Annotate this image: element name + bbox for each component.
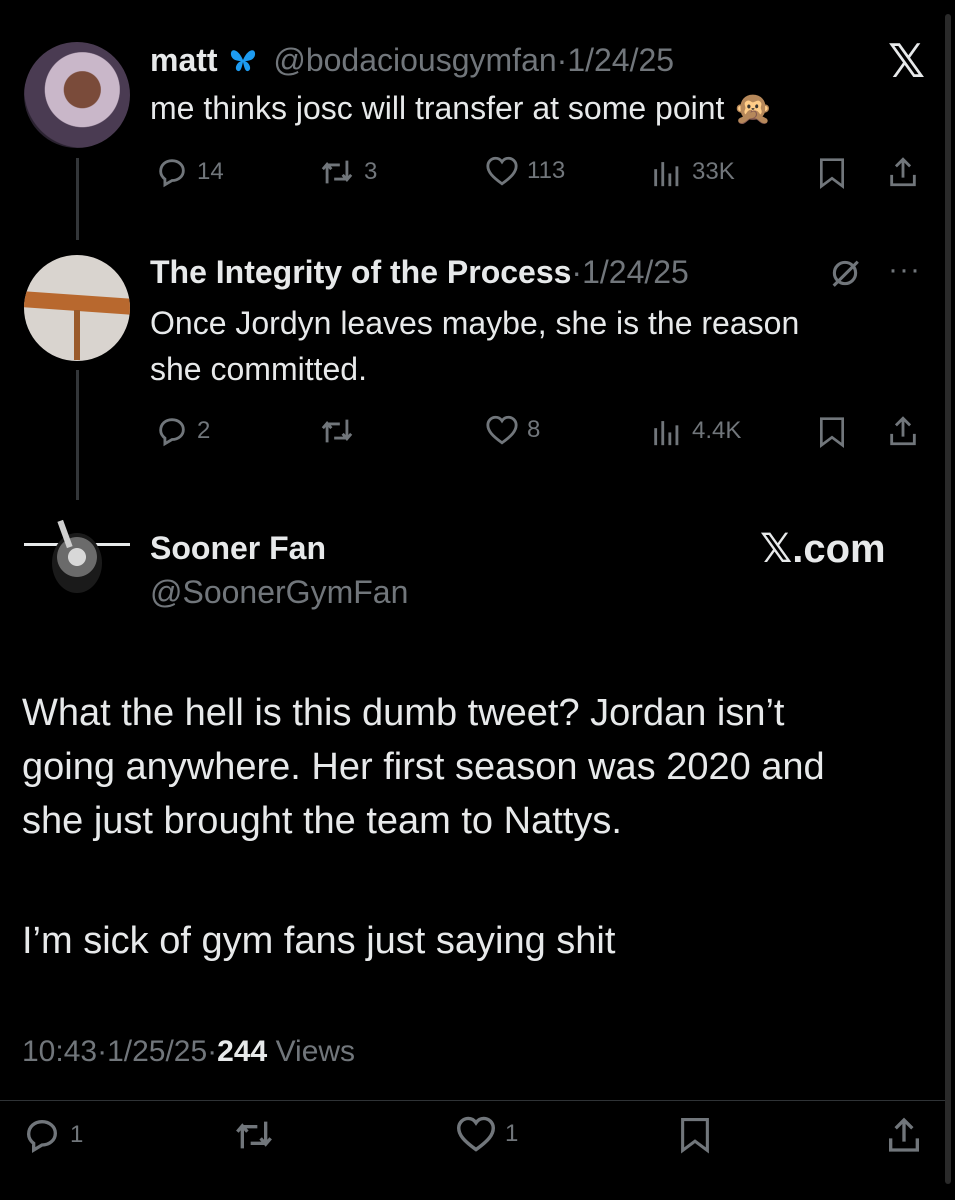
like-count: 113 bbox=[527, 157, 566, 184]
share-button[interactable] bbox=[886, 155, 920, 189]
separator: · bbox=[97, 1035, 108, 1068]
analytics-icon bbox=[654, 162, 679, 187]
thread-line bbox=[76, 370, 79, 500]
reply-icon bbox=[159, 159, 185, 188]
reply-count: 1 bbox=[70, 1121, 84, 1148]
reply-button[interactable]: 2 bbox=[155, 414, 210, 448]
tweet-text: Once Jordyn leaves maybe, she is the rea… bbox=[150, 305, 800, 341]
bookmark-icon bbox=[820, 158, 844, 189]
bookmark-icon bbox=[820, 417, 844, 448]
tweet-text: she committed. bbox=[150, 351, 367, 387]
scrollbar[interactable] bbox=[945, 14, 951, 1184]
reply-button[interactable]: 1 bbox=[22, 1115, 83, 1155]
divider bbox=[0, 1100, 945, 1101]
retweet-count: 3 bbox=[364, 158, 378, 185]
retweet-icon bbox=[321, 419, 353, 443]
heart-icon bbox=[486, 415, 518, 445]
retweet-button[interactable]: 3 bbox=[318, 155, 377, 189]
share-button[interactable] bbox=[886, 414, 920, 448]
reply-icon bbox=[26, 1119, 58, 1153]
bookmark-icon bbox=[681, 1118, 709, 1154]
like-count: 1 bbox=[505, 1120, 519, 1147]
share-icon bbox=[889, 1117, 919, 1152]
retweet-icon bbox=[236, 1121, 272, 1149]
x-logo-icon: 𝕏 bbox=[888, 35, 926, 87]
reply-button[interactable]: 14 bbox=[155, 155, 224, 189]
share-button[interactable] bbox=[884, 1115, 924, 1155]
bookmark-button[interactable] bbox=[678, 1115, 712, 1155]
views-label: Views bbox=[275, 1035, 356, 1068]
retweet-icon bbox=[321, 160, 353, 184]
tweet-text: What the hell is this dumb tweet? Jordan… bbox=[22, 692, 785, 734]
user-handle[interactable]: @bodaciousgymfan bbox=[273, 42, 556, 78]
butterfly-icon bbox=[228, 43, 258, 83]
x-com-label: 𝕏.com bbox=[760, 527, 886, 571]
heart-icon bbox=[456, 1116, 496, 1152]
more-options-icon[interactable]: ··· bbox=[888, 255, 921, 285]
views-button[interactable]: 4.4K bbox=[650, 414, 741, 448]
like-button[interactable]: 113 bbox=[485, 155, 565, 187]
separator: · bbox=[571, 254, 583, 290]
reply-count: 2 bbox=[197, 417, 211, 444]
views-count: 244 bbox=[217, 1035, 268, 1068]
retweet-button[interactable] bbox=[232, 1115, 276, 1155]
tweet-date[interactable]: 1/24/25 bbox=[567, 42, 674, 78]
heart-icon bbox=[486, 156, 518, 186]
tweet-text: she just brought the team to Nattys. bbox=[22, 800, 622, 842]
like-button[interactable]: 8 bbox=[485, 414, 540, 446]
like-count: 8 bbox=[527, 416, 541, 443]
user-name[interactable]: Sooner Fan bbox=[150, 528, 326, 568]
views-count: 33K bbox=[692, 158, 735, 185]
tweet-text: going anywhere. Her first season was 202… bbox=[22, 746, 825, 788]
user-name[interactable]: The Integrity of the Process bbox=[150, 254, 571, 290]
share-icon bbox=[890, 416, 916, 446]
thread-line bbox=[76, 158, 79, 240]
user-name[interactable]: matt bbox=[150, 42, 218, 78]
reply-count: 14 bbox=[197, 158, 224, 185]
grok-icon[interactable] bbox=[828, 256, 862, 295]
user-handle[interactable]: @SoonerGymFan bbox=[150, 572, 408, 612]
avatar[interactable] bbox=[22, 515, 132, 615]
monkey-emoji: 🙊 bbox=[733, 90, 774, 126]
share-icon bbox=[890, 157, 916, 187]
bookmark-button[interactable] bbox=[817, 157, 847, 189]
tweet-date[interactable]: 1/25/25 bbox=[107, 1035, 207, 1068]
views-count: 4.4K bbox=[692, 417, 742, 444]
tweet-time[interactable]: 10:43 bbox=[22, 1035, 97, 1068]
separator: · bbox=[207, 1035, 218, 1068]
bookmark-button[interactable] bbox=[817, 416, 847, 448]
analytics-icon bbox=[654, 421, 679, 446]
tweet-text: I’m sick of gym fans just saying shit bbox=[22, 920, 616, 962]
views-button[interactable]: 33K bbox=[650, 155, 735, 189]
separator: · bbox=[556, 42, 568, 78]
avatar[interactable] bbox=[24, 255, 130, 361]
tweet-date[interactable]: 1/24/25 bbox=[582, 254, 689, 290]
reply-icon bbox=[159, 418, 185, 447]
like-button[interactable]: 1 bbox=[455, 1115, 518, 1153]
avatar[interactable] bbox=[24, 42, 130, 148]
retweet-button[interactable] bbox=[318, 414, 356, 448]
tweet-text: me thinks josc will transfer at some poi… bbox=[150, 90, 725, 126]
